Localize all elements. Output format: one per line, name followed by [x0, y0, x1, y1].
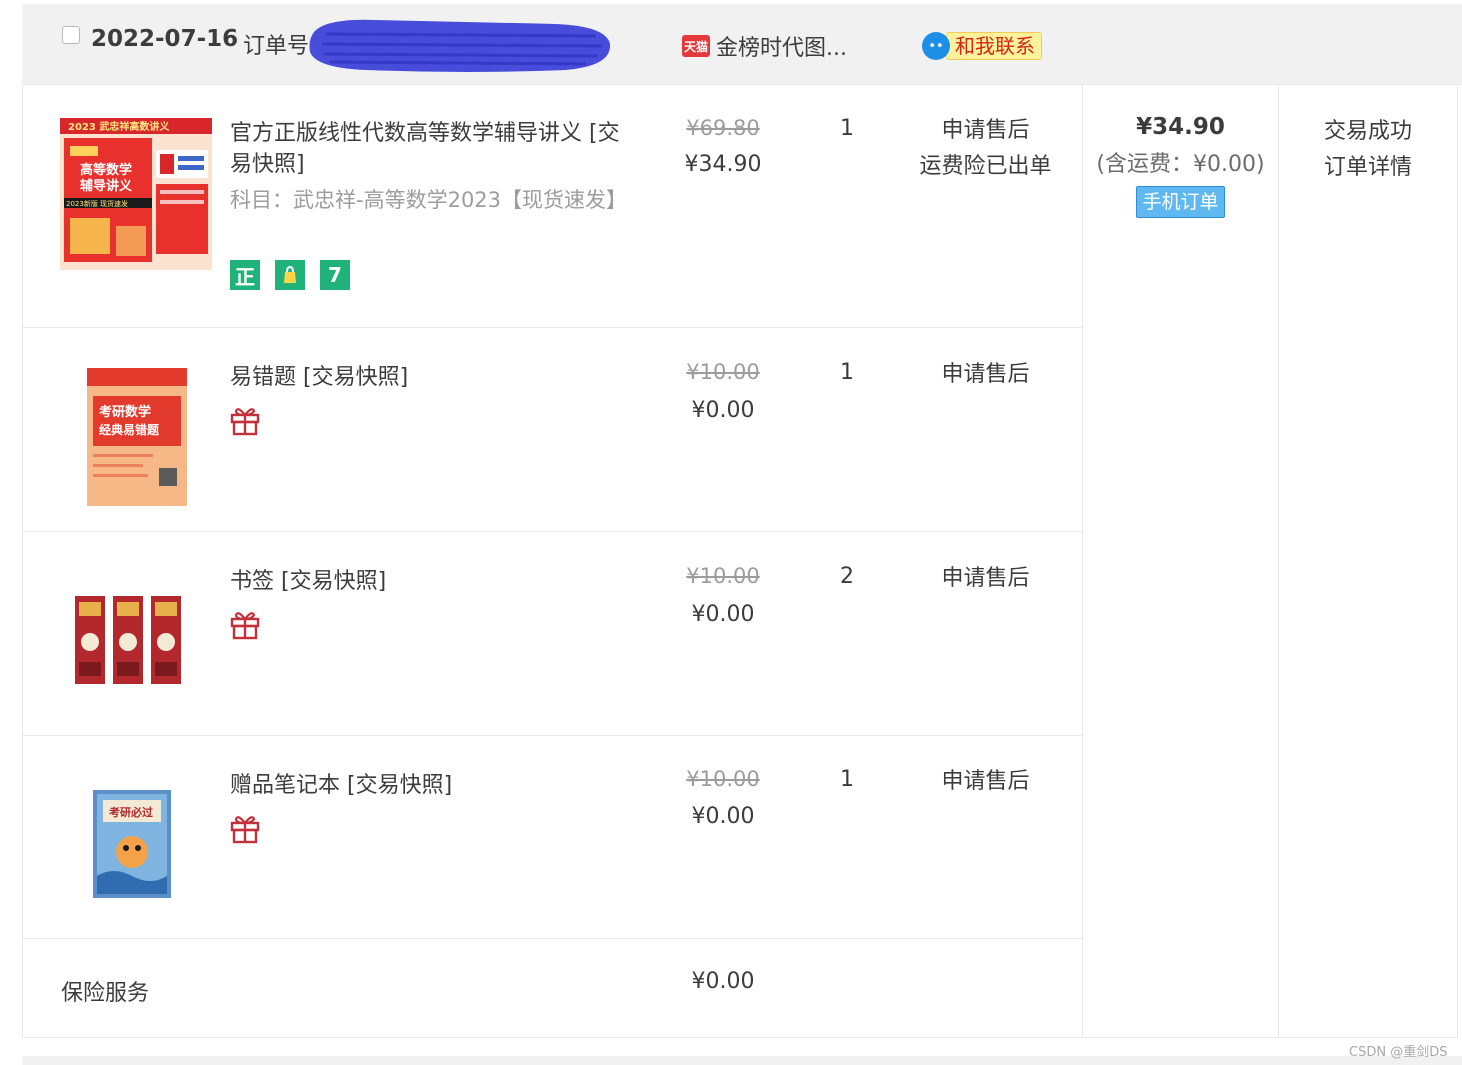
gift-icon	[230, 816, 260, 844]
aftersale-block: 申请售后 运费险已出单	[903, 113, 1068, 185]
cover-text: 辅导讲义	[80, 178, 133, 194]
original-price: ¥10.00	[686, 767, 760, 791]
shipping-fee: (含运费：¥0.00)	[1096, 152, 1265, 177]
item-title[interactable]: 官方正版线性代数高等数学辅导讲义 [交易快照]	[230, 118, 640, 180]
insurance-label: 保险服务	[61, 981, 150, 1006]
original-price: ¥69.80	[686, 116, 760, 140]
tmall-icon: 天猫	[682, 35, 710, 57]
insurance-row: 保险服务 ¥0.00	[23, 939, 1082, 1037]
cover-text: 高等数学	[80, 162, 132, 178]
redacted-order-number	[309, 19, 611, 72]
quantity: 1	[840, 360, 854, 385]
list-item: 2023 武忠祥高数讲义 高等数学 辅导讲义 2023新版 现货速发 官方正版线…	[23, 84, 1082, 328]
original-price: ¥10.00	[686, 360, 760, 384]
product-thumbnail-math-guide[interactable]: 2023 武忠祥高数讲义 高等数学 辅导讲义 2023新版 现货速发	[60, 118, 212, 270]
actual-price: ¥0.00	[691, 398, 755, 423]
total-price: ¥34.90	[1136, 114, 1225, 140]
shop-name[interactable]: 金榜时代图...	[716, 30, 847, 62]
product-thumbnail-error-book[interactable]: 考研数学 经典易错题	[87, 368, 187, 506]
bag-icon	[284, 265, 296, 283]
original-price: ¥10.00	[686, 564, 760, 588]
watermark: CSDN @重剑DS	[1349, 1045, 1448, 1060]
shipping-insurance-note: 运费险已出单	[919, 154, 1052, 179]
product-thumbnail-notebook[interactable]: 考研必过	[93, 790, 171, 898]
actual-price: ¥0.00	[691, 804, 755, 829]
apply-aftersale-link[interactable]: 申请售后	[903, 561, 1068, 597]
insurance-price: ¥0.00	[691, 969, 755, 994]
cover-text: 经典易错题	[99, 422, 160, 437]
gift-icon	[230, 612, 260, 640]
actual-price: ¥34.90	[684, 152, 762, 177]
order-status: 交易成功 订单详情	[1279, 84, 1457, 1037]
shop-link[interactable]: 天猫 金榜时代图...	[682, 30, 847, 62]
order-header: 2022-07-16 订单号 天猫 金榜时代图... •• 和我联系	[22, 4, 1462, 85]
apply-aftersale-link[interactable]: 申请售后	[903, 113, 1068, 149]
shopping-bag-badge-icon[interactable]	[275, 260, 305, 290]
cover-text: 考研必过	[109, 805, 153, 819]
quantity: 1	[840, 116, 854, 141]
contact-seller-button[interactable]: •• 和我联系	[922, 32, 1042, 60]
order-date: 2022-07-16	[91, 26, 239, 52]
item-title[interactable]: 赠品笔记本 [交易快照]	[230, 770, 640, 801]
genuine-badge-icon[interactable]: 正	[230, 260, 260, 290]
mobile-order-tag[interactable]: 手机订单	[1136, 186, 1225, 218]
wangwang-icon: ••	[922, 32, 950, 60]
list-item: 书签 [交易快照] ¥10.00 ¥0.00 2 申请售后	[23, 532, 1082, 736]
order-detail-link[interactable]: 订单详情	[1279, 150, 1457, 186]
product-thumbnail-bookmarks[interactable]	[73, 594, 185, 686]
list-item: 考研数学 经典易错题 易错题 [交易快照] ¥10.00 ¥0.00 1 申请售…	[23, 328, 1082, 532]
cover-text: 2023新版 现货速发	[66, 199, 128, 208]
order-items: 2023 武忠祥高数讲义 高等数学 辅导讲义 2023新版 现货速发 官方正版线…	[23, 84, 1083, 1037]
item-title[interactable]: 书签 [交易快照]	[230, 566, 640, 597]
contact-label: 和我联系	[946, 32, 1042, 60]
actual-price: ¥0.00	[691, 602, 755, 627]
trade-status: 交易成功	[1323, 119, 1412, 144]
service-badges: 正 7	[230, 260, 350, 290]
item-title[interactable]: 易错题 [交易快照]	[230, 362, 640, 393]
order-total: ¥34.90 (含运费：¥0.00) 手机订单	[1083, 84, 1279, 1037]
order-select-checkbox[interactable]	[62, 26, 80, 44]
order-body: 2023 武忠祥高数讲义 高等数学 辅导讲义 2023新版 现货速发 官方正版线…	[22, 84, 1458, 1038]
quantity: 1	[840, 767, 854, 792]
apply-aftersale-link[interactable]: 申请售后	[903, 764, 1068, 800]
cover-text: 考研数学	[99, 404, 151, 420]
apply-aftersale-link[interactable]: 申请售后	[903, 357, 1068, 393]
quantity: 2	[840, 564, 854, 589]
seven-day-return-badge-icon[interactable]: 7	[320, 260, 350, 290]
list-item: 考研必过 赠品笔记本 [交易快照] ¥10.00 ¥0.00 1 申请售后	[23, 736, 1082, 939]
order-number-label: 订单号	[243, 34, 310, 59]
cover-text: 2023 武忠祥高数讲义	[68, 120, 170, 133]
item-spec: 科目：武忠祥-高等数学2023【现货速发】	[230, 188, 628, 212]
next-order-header	[22, 1056, 1462, 1065]
gift-icon	[230, 408, 260, 436]
